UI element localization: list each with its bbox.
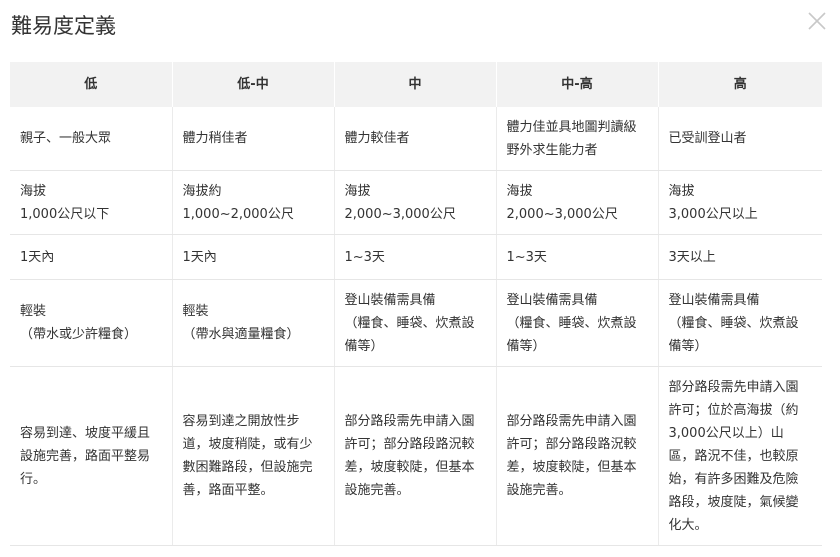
row-audience: 親子、一般大眾 體力稍佳者 體力較佳者 體力佳並具地圖判讀級 野外求生能力者 已… xyxy=(10,107,822,171)
table-cell: 部分路段需先申請入園 許可；部分路段路況較 差，坡度較陡，但基本 設施完善。 xyxy=(496,366,659,546)
table-cell: 1天內 xyxy=(172,234,335,280)
table-cell: 1~3天 xyxy=(496,234,659,280)
table-cell: 容易到達之開放性步 道，坡度稍陡，或有少 數困難路段，但設施完 善，路面平整。 xyxy=(172,366,335,546)
table-cell: 海拔 2,000~3,000公尺 xyxy=(334,170,497,235)
table-cell: 1~3天 xyxy=(334,234,497,280)
table-cell: 海拔 2,000~3,000公尺 xyxy=(496,170,659,235)
header-medium: 中 xyxy=(334,62,497,107)
header-medium-high: 中-高 xyxy=(496,62,659,107)
table-cell: 親子、一般大眾 xyxy=(10,107,173,171)
header-low-medium: 低-中 xyxy=(172,62,335,107)
difficulty-dialog: 難易度定義 低 低-中 中 中-高 高 親子、一般大眾 體力稍佳者 體力較佳者 xyxy=(0,0,840,557)
dialog-title: 難易度定義 xyxy=(11,14,116,38)
table-cell: 登山裝備需具備 （糧食、睡袋、炊煮設 備等） xyxy=(334,279,497,367)
header-low: 低 xyxy=(10,62,173,107)
table-cell: 部分路段需先申請入園 許可；位於高海拔（約 3,000公尺以上）山 區，路況不佳… xyxy=(658,366,822,546)
table-cell: 3天以上 xyxy=(658,234,822,280)
row-duration: 1天內 1天內 1~3天 1~3天 3天以上 xyxy=(10,234,822,280)
header-high: 高 xyxy=(658,62,822,107)
table-cell: 部分路段需先申請入園 許可；部分路段路況較 差，坡度較陡，但基本 設施完善。 xyxy=(334,366,497,546)
table-cell: 容易到達、坡度平緩且 設施完善，路面平整易 行。 xyxy=(10,366,173,546)
table-cell: 登山裝備需具備 （糧食、睡袋、炊煮設 備等） xyxy=(496,279,659,367)
row-altitude: 海拔 1,000公尺以下 海拔約 1,000~2,000公尺 海拔 2,000~… xyxy=(10,170,822,235)
difficulty-table: 低 低-中 中 中-高 高 親子、一般大眾 體力稍佳者 體力較佳者 體力佳並具地… xyxy=(10,62,822,546)
row-description: 容易到達、坡度平緩且 設施完善，路面平整易 行。 容易到達之開放性步 道，坡度稍… xyxy=(10,366,822,546)
header-row: 低 低-中 中 中-高 高 xyxy=(10,62,822,107)
table-cell: 體力佳並具地圖判讀級 野外求生能力者 xyxy=(496,107,659,171)
close-icon xyxy=(808,12,826,30)
table-cell: 海拔 3,000公尺以上 xyxy=(658,170,822,235)
table-cell: 體力較佳者 xyxy=(334,107,497,171)
table-cell: 1天內 xyxy=(10,234,173,280)
table-cell: 體力稍佳者 xyxy=(172,107,335,171)
table-cell: 已受訓登山者 xyxy=(658,107,822,171)
close-button[interactable] xyxy=(806,10,828,32)
table-cell: 登山裝備需具備 （糧食、睡袋、炊煮設 備等） xyxy=(658,279,822,367)
table-cell: 輕裝 （帶水與適量糧食） xyxy=(172,279,335,367)
table-cell: 輕裝 （帶水或少許糧食） xyxy=(10,279,173,367)
table-cell: 海拔 1,000公尺以下 xyxy=(10,170,173,235)
row-equipment: 輕裝 （帶水或少許糧食） 輕裝 （帶水與適量糧食） 登山裝備需具備 （糧食、睡袋… xyxy=(10,279,822,367)
table-cell: 海拔約 1,000~2,000公尺 xyxy=(172,170,335,235)
